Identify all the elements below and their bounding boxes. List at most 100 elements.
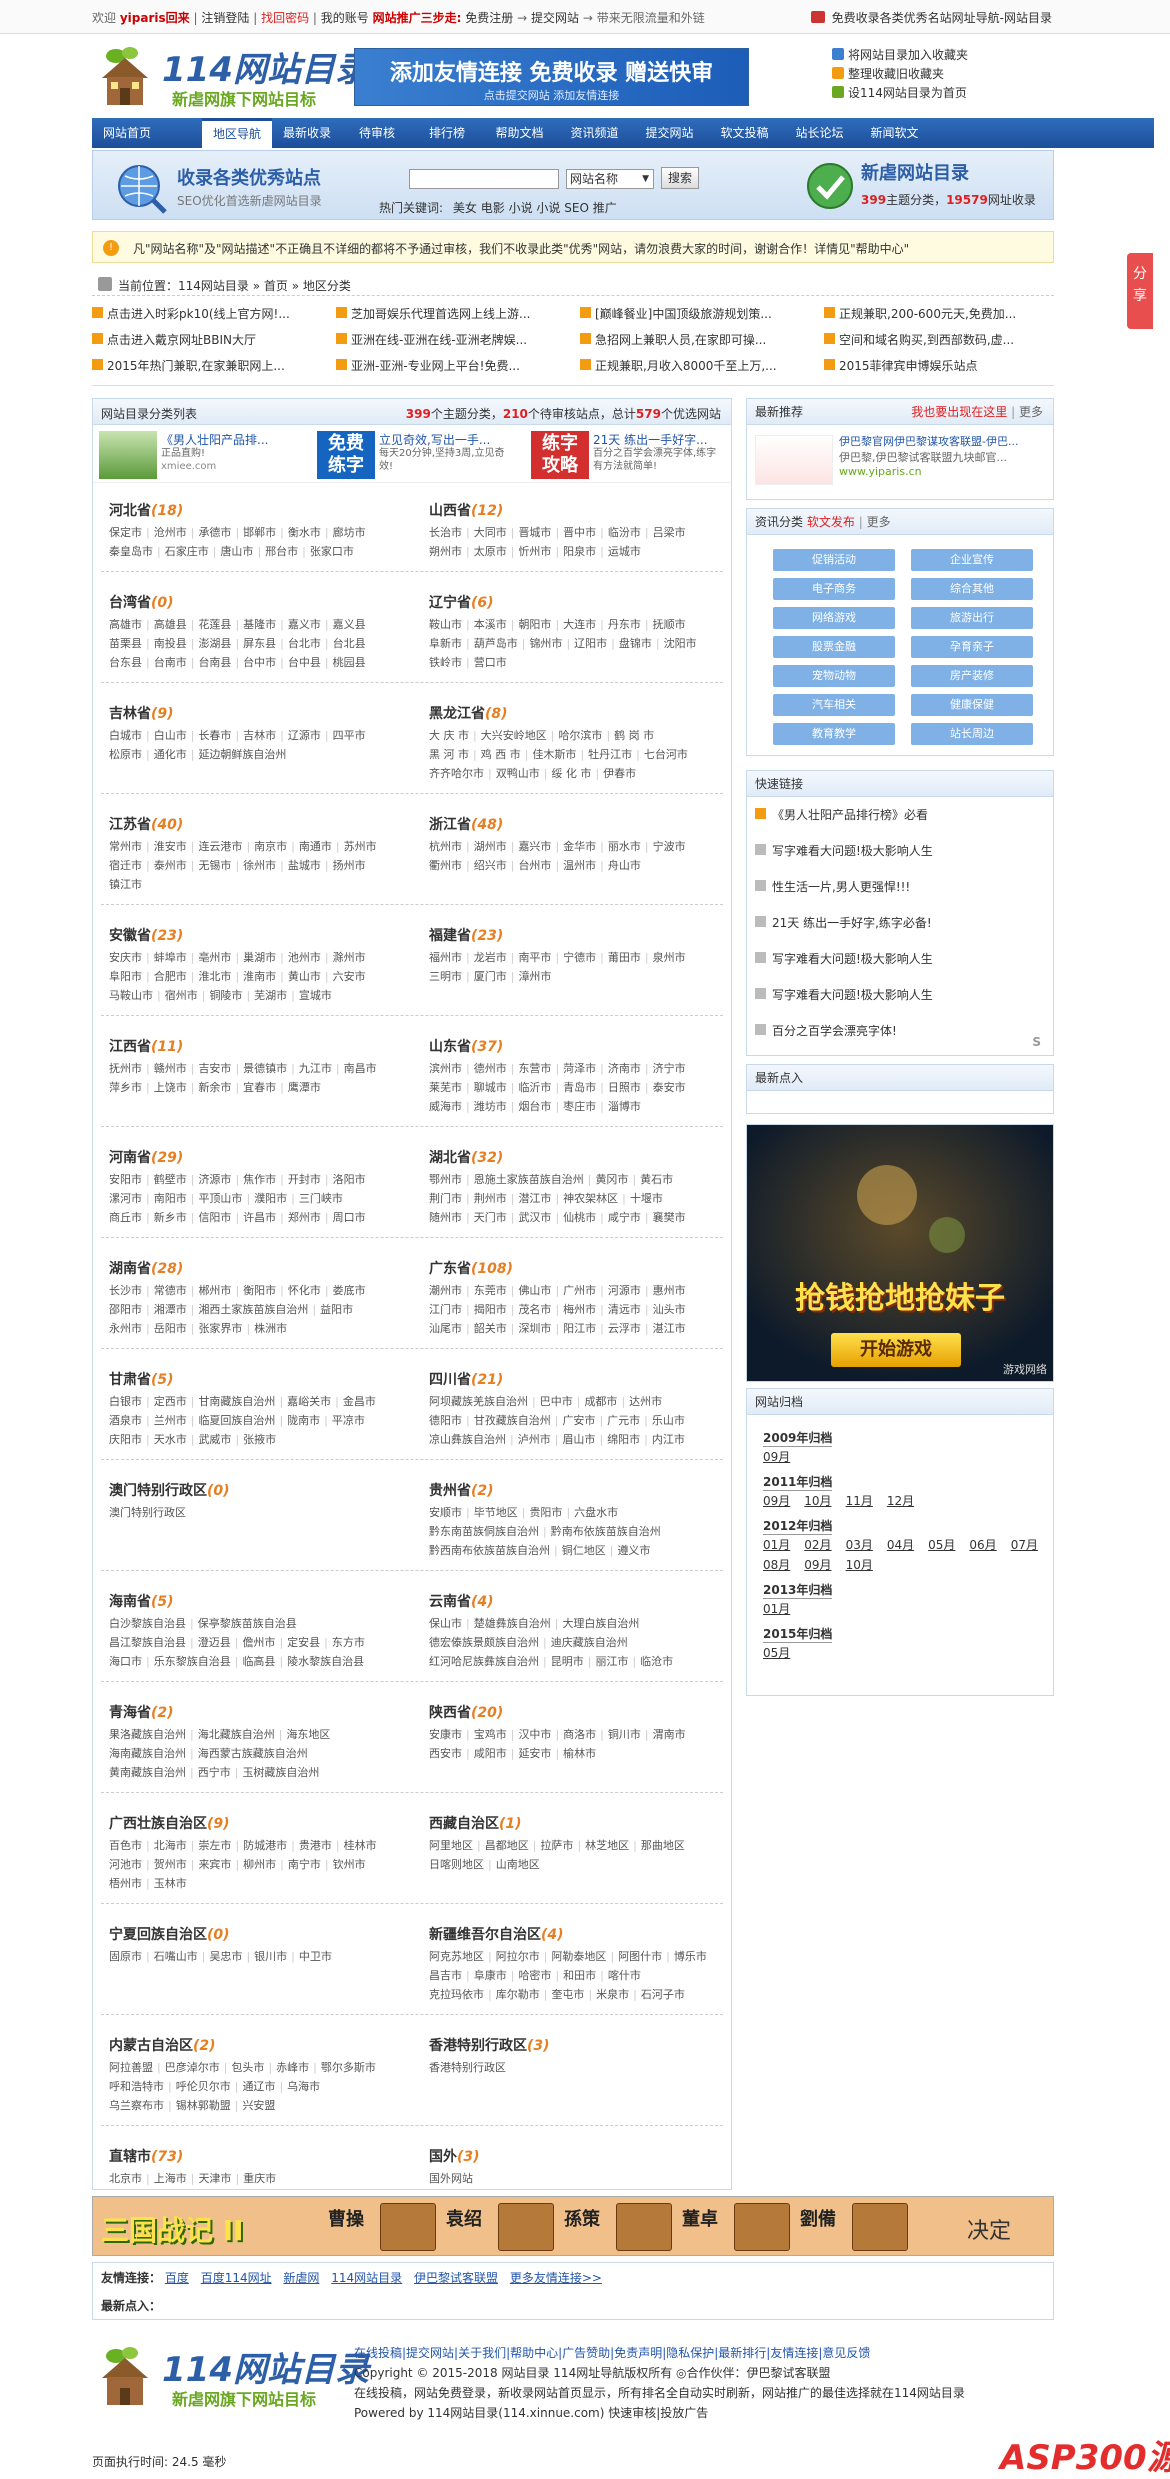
nav-region[interactable]: 地区导航 — [202, 118, 272, 148]
archive-month-link[interactable]: 09月 — [763, 1450, 790, 1464]
province-title[interactable]: 江苏省(40) — [109, 813, 419, 837]
city-link[interactable]: 漳州市 — [518, 967, 551, 986]
city-link[interactable]: 儋州市 — [242, 1633, 275, 1652]
city-link[interactable]: 防城港市 — [243, 1836, 287, 1855]
friend-link[interactable]: 百度 — [165, 2271, 189, 2285]
city-link[interactable]: 南平市 — [518, 948, 551, 967]
city-link[interactable]: 高雄市 — [109, 615, 142, 634]
city-link[interactable]: 嘉义县 — [333, 615, 366, 634]
city-link[interactable]: 天门市 — [474, 1208, 507, 1227]
province-title[interactable]: 黑龙江省(8) — [429, 702, 739, 726]
province-title[interactable]: 直辖市(73) — [109, 2145, 419, 2169]
city-link[interactable]: 保山市 — [429, 1614, 462, 1633]
city-link[interactable]: 承德市 — [198, 523, 231, 542]
province-title[interactable]: 安徽省(23) — [109, 924, 419, 948]
archive-month-link[interactable]: 03月 — [846, 1538, 873, 1552]
quick-link[interactable]: 写字难看大问题!极大影响人生 — [747, 833, 1053, 869]
city-link[interactable]: 娄底市 — [333, 1281, 366, 1300]
city-link[interactable]: 莆田市 — [608, 948, 641, 967]
city-link[interactable]: 伊春市 — [603, 764, 636, 783]
city-link[interactable]: 石家庄市 — [165, 542, 209, 561]
city-link[interactable]: 金昌市 — [343, 1392, 376, 1411]
city-link[interactable]: 泰州市 — [154, 856, 187, 875]
city-link[interactable]: 金华市 — [563, 837, 596, 856]
city-link[interactable]: 菏泽市 — [563, 1059, 596, 1078]
city-link[interactable]: 庆阳市 — [109, 1430, 142, 1449]
category-button[interactable]: 企业宣传 — [911, 549, 1033, 571]
city-link[interactable]: 抚州市 — [109, 1059, 142, 1078]
city-link[interactable]: 吉林市 — [243, 726, 276, 745]
archive-year[interactable]: 2013年归档 — [763, 1581, 833, 1599]
city-link[interactable]: 绵阳市 — [607, 1430, 640, 1449]
city-link[interactable]: 凉山彝族自治州 — [429, 1430, 506, 1449]
city-link[interactable]: 武汉市 — [518, 1208, 551, 1227]
city-link[interactable]: 十堰市 — [630, 1189, 663, 1208]
city-link[interactable]: 楚雄彝族自治州 — [474, 1614, 551, 1633]
hot-keyword[interactable]: 小说 — [536, 201, 560, 215]
city-link[interactable]: 临夏回族自治州 — [198, 1411, 275, 1430]
city-link[interactable]: 贺州市 — [154, 1855, 187, 1874]
city-link[interactable]: 台北县 — [333, 634, 366, 653]
city-link[interactable]: 朝阳市 — [518, 615, 551, 634]
city-link[interactable]: 岳阳市 — [154, 1319, 187, 1338]
city-link[interactable]: 固原市 — [109, 1947, 142, 1966]
archive-month-link[interactable]: 01月 — [763, 1538, 790, 1552]
nav-submit[interactable]: 提交网站 — [632, 118, 707, 148]
city-link[interactable]: 延安市 — [518, 1744, 551, 1763]
city-link[interactable]: 恩施土家族苗族自治州 — [474, 1170, 584, 1189]
search-input[interactable] — [409, 169, 559, 189]
city-link[interactable]: 张家界市 — [198, 1319, 242, 1338]
city-link[interactable]: 惠州市 — [653, 1281, 686, 1300]
sponsored-link[interactable]: 2015年热门兼职,在家兼职网上... — [92, 356, 332, 376]
city-link[interactable]: 白城市 — [109, 726, 142, 745]
city-link[interactable]: 哈密市 — [518, 1966, 551, 1985]
city-link[interactable]: 和田市 — [563, 1966, 596, 1985]
city-link[interactable]: 昌都地区 — [485, 1836, 529, 1855]
city-link[interactable]: 吕梁市 — [653, 523, 686, 542]
city-link[interactable]: 白山市 — [154, 726, 187, 745]
city-link[interactable]: 嘉兴市 — [518, 837, 551, 856]
friend-link[interactable]: 114网站目录 — [331, 2271, 402, 2285]
city-link[interactable]: 云浮市 — [608, 1319, 641, 1338]
more-link[interactable]: 更多 — [867, 515, 891, 529]
city-link[interactable]: 晋中市 — [563, 523, 596, 542]
province-title[interactable]: 台湾省(0) — [109, 591, 419, 615]
city-link[interactable]: 张掖市 — [243, 1430, 276, 1449]
city-link[interactable]: 株洲市 — [254, 1319, 287, 1338]
city-link[interactable]: 那曲地区 — [641, 1836, 685, 1855]
sponsored-link[interactable]: 点击进入时彩pk10(线上官方网!... — [92, 304, 332, 324]
archive-month-link[interactable]: 04月 — [887, 1538, 914, 1552]
city-link[interactable]: 朔州市 — [429, 542, 462, 561]
city-link[interactable]: 花莲县 — [198, 615, 231, 634]
province-title[interactable]: 宁夏回族自治区(0) — [109, 1923, 419, 1947]
city-link[interactable]: 毕节地区 — [474, 1503, 518, 1522]
city-link[interactable]: 阿里地区 — [429, 1836, 473, 1855]
city-link[interactable]: 镇江市 — [109, 875, 142, 894]
city-link[interactable]: 台北市 — [288, 634, 321, 653]
city-link[interactable]: 南通市 — [299, 837, 332, 856]
submit-site-link[interactable]: 提交网站 — [531, 11, 579, 25]
quick-link[interactable]: 写字难看大问题!极大影响人生 — [747, 941, 1053, 977]
city-link[interactable]: 永州市 — [109, 1319, 142, 1338]
city-link[interactable]: 六盘水市 — [574, 1503, 618, 1522]
city-link[interactable]: 张家口市 — [310, 542, 354, 561]
friend-link[interactable]: 伊巴黎试客联盟 — [414, 2271, 498, 2285]
city-link[interactable]: 衡水市 — [288, 523, 321, 542]
city-link[interactable]: 聊城市 — [474, 1078, 507, 1097]
city-link[interactable]: 海口市 — [109, 1652, 142, 1671]
city-link[interactable]: 泸州市 — [518, 1430, 551, 1449]
city-link[interactable]: 常德市 — [154, 1281, 187, 1300]
province-title[interactable]: 云南省(4) — [429, 1590, 739, 1614]
nav-rank[interactable]: 排行榜 — [412, 118, 482, 148]
sponsored-link[interactable]: [巅峰餐业]中国顶级旅游规划策... — [580, 304, 820, 324]
city-link[interactable]: 陇南市 — [287, 1411, 320, 1430]
city-link[interactable]: 大连市 — [563, 615, 596, 634]
category-button[interactable]: 教育教学 — [773, 723, 895, 745]
city-link[interactable]: 襄樊市 — [653, 1208, 686, 1227]
city-link[interactable]: 潍坊市 — [474, 1097, 507, 1116]
city-link[interactable]: 泉州市 — [653, 948, 686, 967]
city-link[interactable]: 湛江市 — [653, 1319, 686, 1338]
city-link[interactable]: 七台河市 — [644, 745, 688, 764]
city-link[interactable]: 泰安市 — [653, 1078, 686, 1097]
category-button[interactable]: 站长周边 — [911, 723, 1033, 745]
